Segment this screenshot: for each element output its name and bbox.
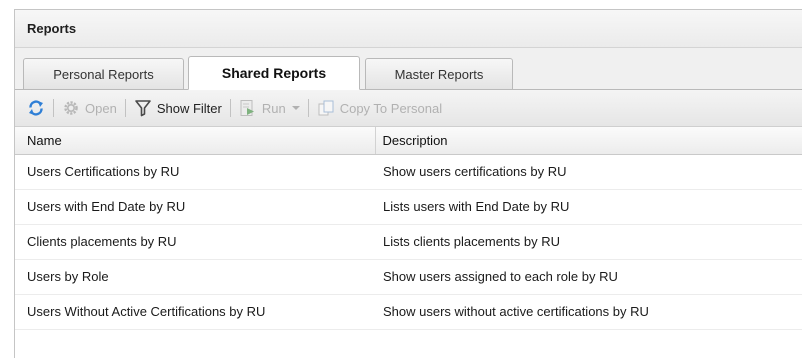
reports-panel: Reports Personal Reports Shared Reports …	[14, 9, 802, 358]
tab-bar: Personal Reports Shared Reports Master R…	[15, 48, 802, 90]
run-label: Run	[261, 100, 286, 116]
table-row[interactable]: Clients placements by RU Lists clients p…	[15, 224, 802, 260]
report-name-cell: Users Without Active Certifications by R…	[15, 294, 375, 330]
table-header-row: Name Description	[15, 127, 802, 155]
run-button[interactable]: Run	[235, 95, 304, 121]
report-name-cell: Users Certifications by RU	[15, 154, 375, 190]
reports-table: Name Description Users Certifications by…	[15, 127, 802, 330]
column-header-name[interactable]: Name	[15, 127, 375, 155]
run-report-icon	[240, 100, 254, 116]
report-description-cell: Show users certifications by RU	[375, 154, 802, 190]
open-button[interactable]: Open	[58, 95, 121, 121]
copy-to-personal-label: Copy To Personal	[339, 100, 443, 116]
refresh-icon	[29, 100, 43, 116]
report-description-cell: Lists users with End Date by RU	[375, 189, 802, 225]
open-label: Open	[85, 100, 117, 116]
panel-title: Reports	[15, 10, 802, 48]
report-name-cell: Users with End Date by RU	[15, 189, 375, 225]
copy-to-personal-button[interactable]: Copy To Personal	[313, 95, 446, 121]
report-description-cell: Lists clients placements by RU	[375, 224, 802, 260]
table-row[interactable]: Users by Role Show users assigned to eac…	[15, 259, 802, 295]
show-filter-label: Show Filter	[156, 100, 222, 116]
tab-master-reports[interactable]: Master Reports	[365, 58, 513, 90]
table-row[interactable]: Users Without Active Certifications by R…	[15, 294, 802, 330]
table-row[interactable]: Users Certifications by RU Show users ce…	[15, 154, 802, 190]
gear-icon	[64, 101, 78, 115]
toolbar-separator	[229, 99, 231, 117]
toolbar: Open Show Filter Run Copy To Personal	[15, 90, 802, 127]
table-row[interactable]: Users with End Date by RU Lists users wi…	[15, 189, 802, 225]
refresh-button[interactable]	[23, 95, 49, 121]
report-name-cell: Clients placements by RU	[15, 224, 375, 260]
show-filter-button[interactable]: Show Filter	[130, 95, 226, 121]
chevron-down-icon	[291, 106, 300, 110]
report-description-cell: Show users without active certifications…	[375, 294, 802, 330]
report-name-cell: Users by Role	[15, 259, 375, 295]
tab-shared-reports[interactable]: Shared Reports	[188, 56, 360, 90]
toolbar-separator	[307, 99, 309, 117]
toolbar-separator	[53, 99, 54, 117]
column-header-description[interactable]: Description	[374, 127, 802, 155]
toolbar-separator	[124, 99, 126, 117]
copy-icon	[318, 100, 334, 116]
report-description-cell: Show users assigned to each role by RU	[375, 259, 802, 295]
tab-personal-reports[interactable]: Personal Reports	[23, 58, 184, 90]
filter-icon	[135, 100, 151, 117]
